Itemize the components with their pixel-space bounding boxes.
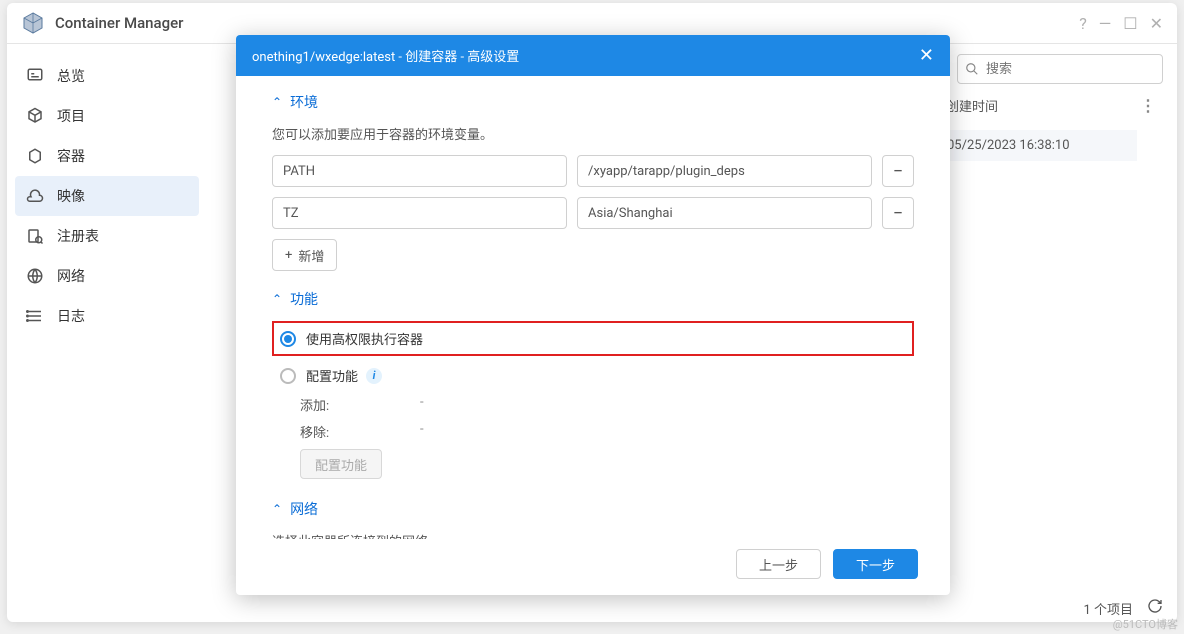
window-controls: ? — ☐ ✕ <box>1079 14 1163 33</box>
minimize-icon[interactable]: — <box>1099 14 1112 33</box>
search-input[interactable] <box>957 54 1163 84</box>
watermark: @51CTO博客 <box>1113 616 1178 632</box>
sidebar-item-log[interactable]: 日志 <box>7 296 207 336</box>
next-button[interactable]: 下一步 <box>833 549 918 579</box>
row-created-time[interactable]: 05/25/2023 16:38:10 <box>947 130 1137 161</box>
footer-status: 1 个项目 <box>1083 598 1163 618</box>
log-icon <box>25 306 45 326</box>
modal-body[interactable]: ⌃ 环境 您可以添加要应用于容器的环境变量。 − − +新增 ⌃ 功能 使用高权… <box>236 76 950 539</box>
overview-icon <box>25 66 45 86</box>
app-title: Container Manager <box>55 14 1079 32</box>
help-icon[interactable]: ? <box>1079 14 1087 33</box>
chevron-up-icon: ⌃ <box>272 292 282 306</box>
close-icon[interactable]: ✕ <box>1150 14 1163 33</box>
modal-header: onething1/wxedge:latest - 创建容器 - 高级设置 ✕ <box>236 35 950 76</box>
sidebar-label: 日志 <box>57 306 85 326</box>
sidebar-item-project[interactable]: 项目 <box>7 96 207 136</box>
sidebar-label: 项目 <box>57 106 85 126</box>
capabilities-label: 配置功能 <box>306 366 358 385</box>
sidebar-label: 映像 <box>57 186 85 206</box>
col-created[interactable]: 创建时间 <box>946 96 1126 115</box>
more-icon[interactable]: ⋮ <box>1134 96 1163 115</box>
cap-add-row: 添加: - <box>300 395 914 414</box>
container-icon <box>25 146 45 166</box>
sidebar-item-container[interactable]: 容器 <box>7 136 207 176</box>
sidebar-item-overview[interactable]: 总览 <box>7 56 207 96</box>
registry-icon <box>25 226 45 246</box>
capabilities-radio-row[interactable]: 配置功能 i <box>272 366 914 385</box>
section-net-toggle[interactable]: ⌃ 网络 <box>272 499 914 519</box>
info-icon[interactable]: i <box>366 368 382 384</box>
radio-checked-icon[interactable] <box>280 331 296 347</box>
modal-close-icon[interactable]: ✕ <box>919 45 934 66</box>
search-wrap <box>957 54 1163 84</box>
project-icon <box>25 106 45 126</box>
section-func-toggle[interactable]: ⌃ 功能 <box>272 289 914 309</box>
app-icon <box>21 11 45 35</box>
env-add-button[interactable]: +新增 <box>272 239 337 271</box>
env-remove-button[interactable]: − <box>882 197 914 229</box>
env-row: − <box>272 155 914 187</box>
chevron-up-icon: ⌃ <box>272 502 282 516</box>
env-key-input[interactable] <box>272 197 567 229</box>
env-row: − <box>272 197 914 229</box>
net-help-text: 选择此容器所连接到的网络。 <box>272 531 914 539</box>
cap-add-value: - <box>420 395 424 414</box>
section-func-title: 功能 <box>290 289 318 309</box>
config-capabilities-button: 配置功能 <box>300 449 382 479</box>
env-key-input[interactable] <box>272 155 567 187</box>
section-env-toggle[interactable]: ⌃ 环境 <box>272 92 914 112</box>
section-net-title: 网络 <box>290 499 318 519</box>
prev-button[interactable]: 上一步 <box>736 549 821 579</box>
table-header: 创建时间 ⋮ <box>946 96 1163 115</box>
image-icon <box>25 186 45 206</box>
plus-icon: + <box>285 248 292 263</box>
sidebar-item-image[interactable]: 映像 <box>15 176 199 216</box>
privileged-label: 使用高权限执行容器 <box>306 329 423 348</box>
search-icon <box>965 61 979 80</box>
sidebar-item-registry[interactable]: 注册表 <box>7 216 207 256</box>
env-help-text: 您可以添加要应用于容器的环境变量。 <box>272 124 914 143</box>
cap-remove-label: 移除: <box>300 422 420 441</box>
modal-footer: 上一步 下一步 <box>236 539 950 595</box>
item-count: 1 个项目 <box>1083 599 1133 618</box>
sidebar-label: 注册表 <box>57 226 99 246</box>
section-env-title: 环境 <box>290 92 318 112</box>
cap-remove-value: - <box>420 422 424 441</box>
maximize-icon[interactable]: ☐ <box>1123 14 1137 33</box>
sidebar-item-network[interactable]: 网络 <box>7 256 207 296</box>
modal-title: onething1/wxedge:latest - 创建容器 - 高级设置 <box>252 46 519 65</box>
refresh-icon[interactable] <box>1147 598 1163 618</box>
radio-unchecked-icon[interactable] <box>280 368 296 384</box>
cap-remove-row: 移除: - <box>300 422 914 441</box>
sidebar: 总览 项目 容器 映像 注册表 网络 <box>7 44 207 622</box>
env-remove-button[interactable]: − <box>882 155 914 187</box>
cap-add-label: 添加: <box>300 395 420 414</box>
sidebar-label: 容器 <box>57 146 85 166</box>
network-icon <box>25 266 45 286</box>
create-container-modal: onething1/wxedge:latest - 创建容器 - 高级设置 ✕ … <box>236 35 950 595</box>
sidebar-label: 总览 <box>57 66 85 86</box>
chevron-up-icon: ⌃ <box>272 95 282 109</box>
sidebar-label: 网络 <box>57 266 85 286</box>
env-value-input[interactable] <box>577 155 872 187</box>
privileged-radio-row[interactable]: 使用高权限执行容器 <box>272 321 914 356</box>
env-value-input[interactable] <box>577 197 872 229</box>
